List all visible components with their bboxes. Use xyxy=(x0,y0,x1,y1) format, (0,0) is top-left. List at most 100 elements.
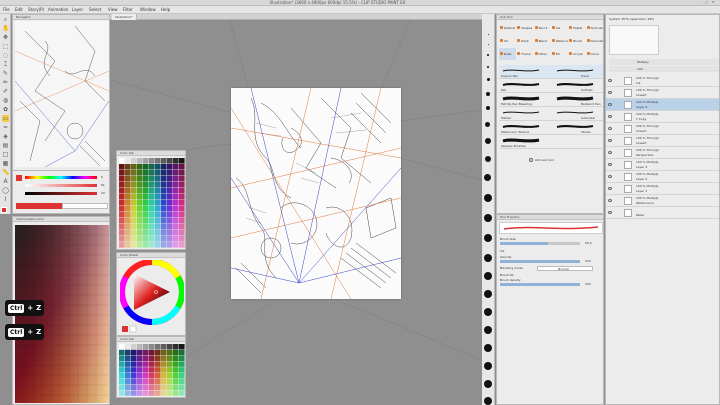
eye-icon[interactable] xyxy=(608,91,612,94)
color-swatch[interactable] xyxy=(131,182,137,188)
eye-icon[interactable] xyxy=(608,139,612,142)
brush-density-value[interactable]: 100 xyxy=(585,282,591,286)
color-swatch[interactable] xyxy=(161,200,167,206)
menu-file[interactable]: File xyxy=(3,6,10,14)
color-swatch[interactable] xyxy=(167,230,173,236)
color-swatch[interactable] xyxy=(143,176,149,182)
color-swatch[interactable] xyxy=(137,384,143,390)
eye-icon[interactable] xyxy=(608,163,612,166)
color-swatch[interactable] xyxy=(167,200,173,206)
layer-row[interactable]: Paper xyxy=(606,207,719,219)
color-swatch[interactable] xyxy=(167,158,173,164)
color-swatch[interactable] xyxy=(155,206,161,212)
color-swatch[interactable] xyxy=(173,224,179,230)
sub-tool-group[interactable]: Paint xyxy=(516,35,533,47)
color-swatch[interactable] xyxy=(137,349,143,356)
color-swatch[interactable] xyxy=(161,236,167,242)
color-swatch[interactable] xyxy=(155,224,161,230)
brush-size-value[interactable]: 60.0 xyxy=(585,241,592,245)
maximize-icon[interactable]: □ xyxy=(705,0,708,4)
brush-size-option[interactable] xyxy=(484,380,492,388)
color-swatch[interactable] xyxy=(137,206,143,212)
layer-row[interactable]: 100 % Through Lineart xyxy=(606,123,719,135)
color-swatch[interactable] xyxy=(155,218,161,224)
color-swatch[interactable] xyxy=(125,194,131,200)
color-swatch[interactable] xyxy=(125,164,131,170)
color-swatch[interactable] xyxy=(155,164,161,170)
color-swatch[interactable] xyxy=(179,212,185,218)
sub-tool-group[interactable]: Pastel xyxy=(568,22,585,34)
color-swatch[interactable] xyxy=(149,361,155,367)
brush-size-option[interactable] xyxy=(485,156,491,162)
color-swatch[interactable] xyxy=(179,158,185,164)
color-swatch[interactable] xyxy=(167,218,173,224)
color-swatch[interactable] xyxy=(173,206,179,212)
color-swatch[interactable] xyxy=(149,367,155,373)
color-swatch[interactable] xyxy=(149,206,155,212)
color-swatch[interactable] xyxy=(143,230,149,236)
brush-size-option[interactable] xyxy=(486,92,490,96)
color-swatch[interactable] xyxy=(137,355,143,361)
color-swatch[interactable] xyxy=(161,384,167,390)
color-swatch[interactable] xyxy=(137,361,143,367)
hand-icon[interactable]: ✋ xyxy=(2,25,9,32)
color-swatch[interactable] xyxy=(131,384,137,390)
color-swatch[interactable] xyxy=(167,378,173,385)
color-swatch[interactable] xyxy=(125,230,131,236)
color-swatch[interactable] xyxy=(125,236,131,242)
color-swatch[interactable] xyxy=(167,384,173,390)
eye-icon[interactable] xyxy=(608,103,612,106)
color-swatch[interactable] xyxy=(179,182,185,188)
blend-mode-select[interactable]: Multiply xyxy=(637,60,649,64)
color-swatch[interactable] xyxy=(143,242,149,248)
color-swatch[interactable] xyxy=(167,164,173,170)
move-icon[interactable]: ✥ xyxy=(2,34,9,41)
color-swatch[interactable] xyxy=(131,390,137,396)
color-swatch[interactable] xyxy=(179,349,185,356)
color-swatch[interactable] xyxy=(143,361,149,367)
color-swatch[interactable] xyxy=(131,206,137,212)
color-swatch[interactable] xyxy=(143,206,149,212)
color-swatch[interactable] xyxy=(119,384,125,390)
sub-tool-group[interactable]: Ruler xyxy=(499,48,516,60)
color-swatch[interactable] xyxy=(149,218,155,224)
layer-row[interactable]: 100 % Multiply Watercolors xyxy=(606,195,719,207)
color-swatch[interactable] xyxy=(149,194,155,200)
color-swatch[interactable] xyxy=(131,170,137,176)
color-swatch[interactable] xyxy=(173,378,179,385)
brush-item[interactable]: Marker Autoclear xyxy=(499,107,603,121)
brush-size-option[interactable] xyxy=(484,174,491,181)
color-swatch[interactable] xyxy=(179,164,185,170)
color-swatch[interactable] xyxy=(161,378,167,385)
color-swatch[interactable] xyxy=(137,390,143,396)
swatch-grid-2[interactable] xyxy=(119,344,185,396)
color-swatch[interactable] xyxy=(137,344,143,350)
color-swatch[interactable] xyxy=(179,224,185,230)
color-swatch[interactable] xyxy=(119,355,125,361)
menu-edit[interactable]: Edit xyxy=(15,6,23,14)
color-swatch[interactable] xyxy=(119,164,125,170)
brush-size-option[interactable] xyxy=(484,214,492,222)
brush-size-option[interactable] xyxy=(484,290,492,298)
color-swatch[interactable] xyxy=(149,378,155,385)
color-swatch[interactable] xyxy=(125,344,131,350)
menu-layer[interactable]: Layer xyxy=(72,6,83,14)
color-swatch[interactable] xyxy=(119,170,125,176)
color-swatch[interactable] xyxy=(149,188,155,194)
color-swatch[interactable] xyxy=(131,236,137,242)
color-swatch[interactable] xyxy=(131,361,137,367)
layer-row[interactable]: 100 % Through Ink xyxy=(606,75,719,87)
color-swatch[interactable] xyxy=(131,194,137,200)
menu-story[interactable]: Story(P) xyxy=(28,6,44,14)
color-swatch[interactable] xyxy=(173,242,179,248)
color-swatch[interactable] xyxy=(161,164,167,170)
lasso-icon[interactable]: ◌ xyxy=(2,52,9,59)
color-swatch[interactable] xyxy=(125,361,131,367)
color-swatch[interactable] xyxy=(119,212,125,218)
sub-tool-group[interactable]: Oil xyxy=(499,35,516,47)
select-icon[interactable]: ⬚ xyxy=(2,43,9,50)
color-swatch[interactable] xyxy=(131,349,137,356)
gradient-icon[interactable]: ▤ xyxy=(2,142,9,149)
color-swatch[interactable] xyxy=(155,344,161,350)
color-swatch[interactable] xyxy=(143,355,149,361)
